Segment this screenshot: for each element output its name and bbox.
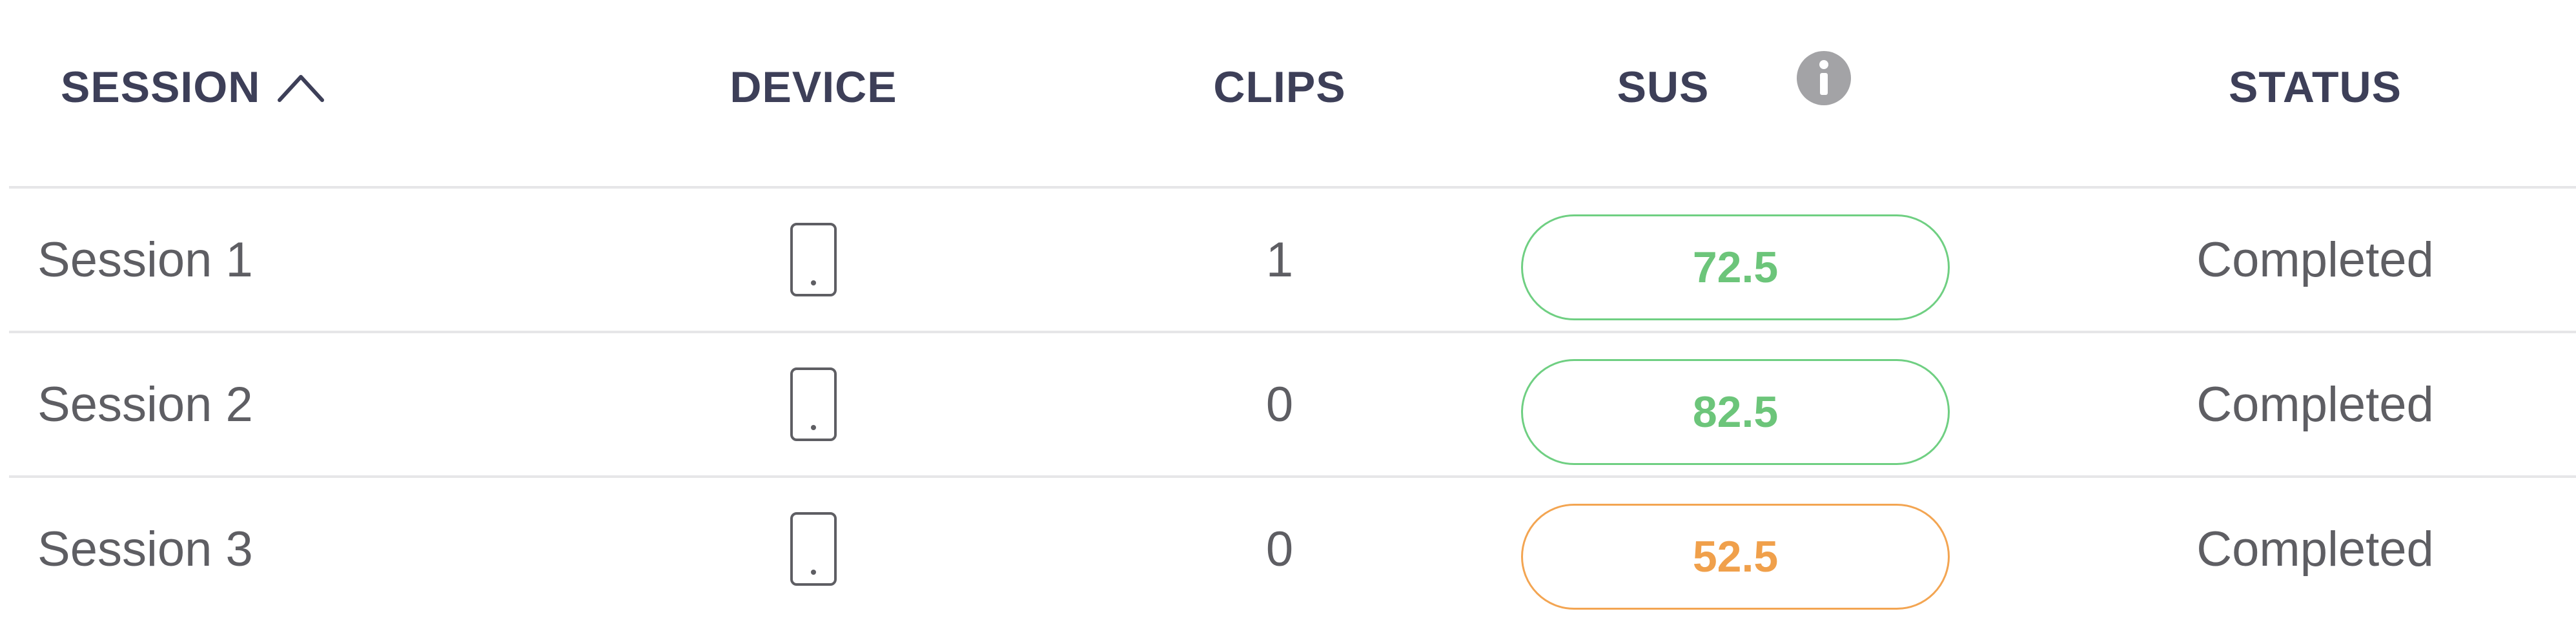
column-header-status: STATUS [2186,58,2444,116]
table-row[interactable]: Session 3 0 52.5 Completed [0,478,2576,620]
column-header-clips-label: CLIPS [1213,63,1346,112]
column-header-sus-label: SUS [1617,63,1710,112]
phone-icon [790,367,837,441]
clips-count: 0 [1265,377,1294,432]
sus-score-value: 52.5 [1692,532,1779,581]
table-row[interactable]: Session 1 1 72.5 Completed [0,189,2576,331]
chevron-up-icon[interactable] [277,72,325,103]
sus-score-badge: 72.5 [1521,214,1950,320]
sessions-table: SESSION DEVICE CLIPS SUS STATUS Session … [0,0,2576,620]
sus-score-value: 82.5 [1692,388,1779,437]
sus-score-value: 72.5 [1692,243,1779,292]
sus-score-badge: 82.5 [1521,359,1950,465]
device-cell [749,478,878,620]
status-text: Completed [2196,232,2434,287]
column-header-device: DEVICE [684,58,943,116]
column-header-device-label: DEVICE [730,63,897,112]
clips-count: 0 [1265,521,1294,577]
status-text: Completed [2196,521,2434,577]
clips-count: 1 [1265,232,1294,287]
session-name: Session 3 [37,521,253,577]
phone-icon [790,512,837,586]
session-name: Session 1 [37,232,253,287]
table-header: SESSION DEVICE CLIPS SUS STATUS [0,0,2576,187]
column-header-session-label: SESSION [61,63,261,112]
info-icon[interactable] [1796,50,1852,106]
device-cell [749,333,878,475]
table-row[interactable]: Session 2 0 82.5 Completed [0,333,2576,475]
column-header-status-label: STATUS [2229,63,2402,112]
column-header-sus: SUS [1534,58,1792,116]
column-header-session[interactable]: SESSION [61,58,325,116]
sus-score-badge: 52.5 [1521,504,1950,610]
status-text: Completed [2196,377,2434,432]
session-name: Session 2 [37,377,253,432]
phone-icon [790,223,837,296]
device-cell [749,189,878,331]
column-header-clips: CLIPS [1150,58,1409,116]
